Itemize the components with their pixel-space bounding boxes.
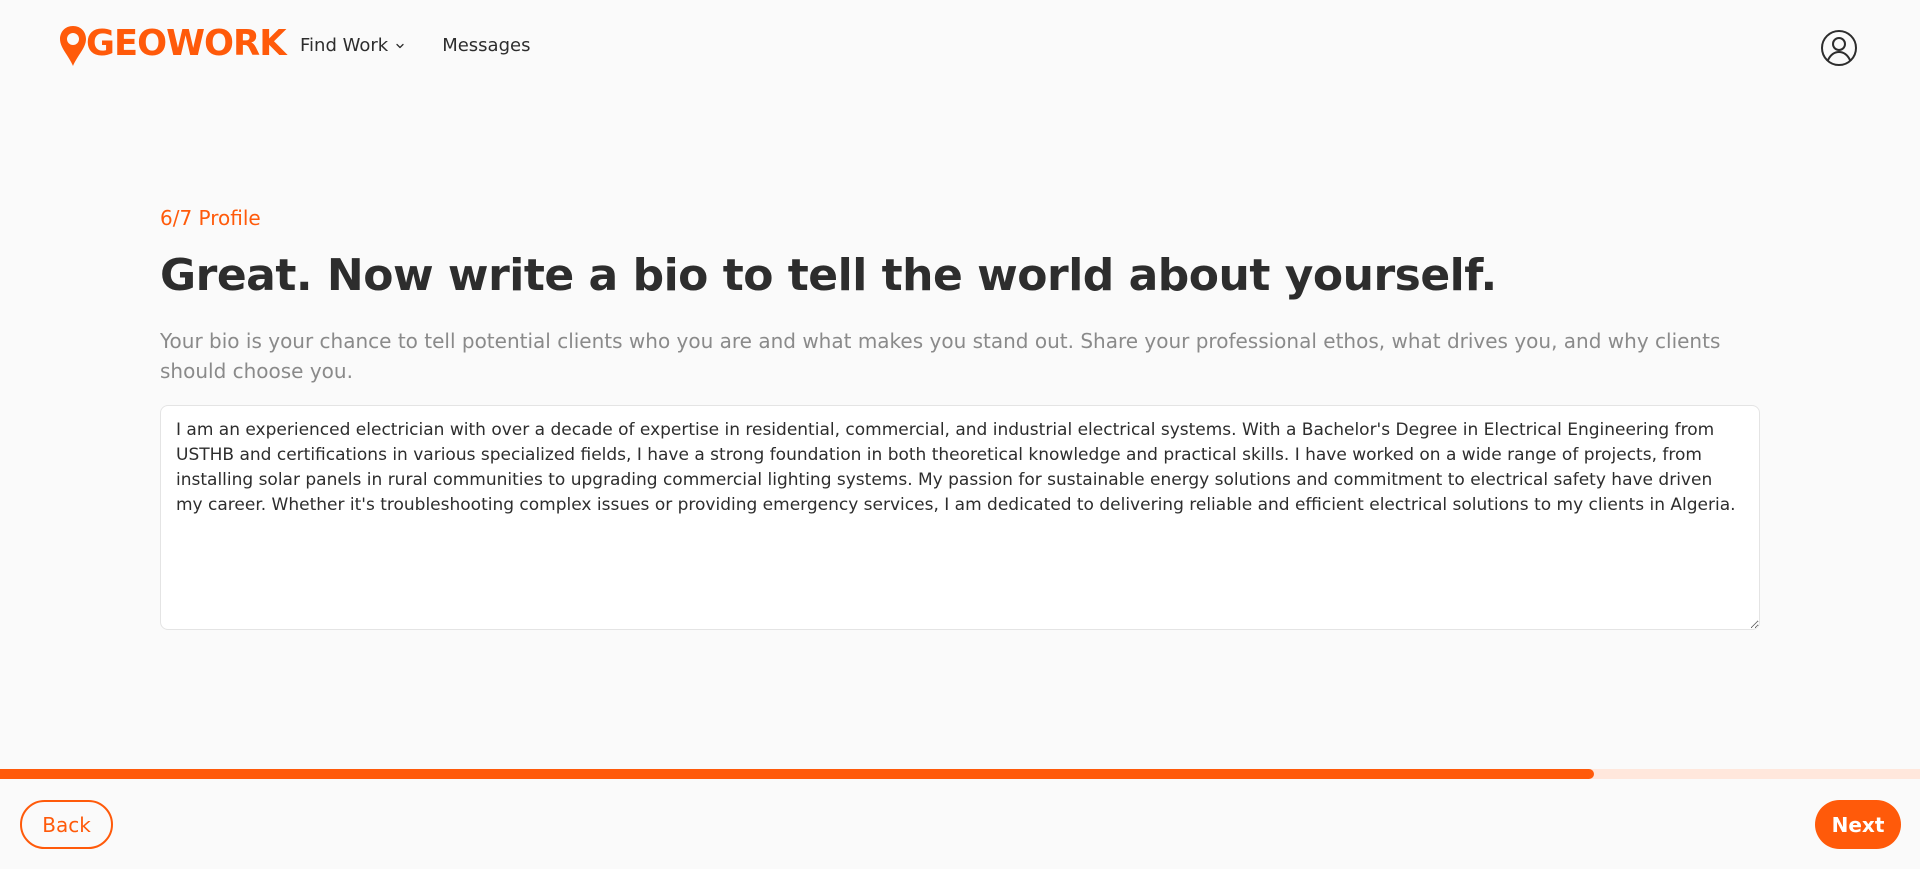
geowork-logo[interactable]: GEOWORK (58, 24, 290, 68)
logo-wordmark: GEOWORK (86, 23, 287, 64)
page-subtitle: Your bio is your chance to tell potentia… (160, 329, 1721, 383)
nav-messages[interactable]: Messages (442, 35, 530, 56)
back-button[interactable]: Back (20, 800, 113, 849)
bio-textarea[interactable]: I am an experienced electrician with ove… (160, 405, 1760, 630)
nav-messages-label: Messages (442, 35, 531, 56)
progress-bar (0, 769, 1920, 779)
page-title: Great. Now write a bio to tell the world… (160, 250, 1497, 301)
nav-find-work[interactable]: Find Work (300, 35, 406, 56)
step-indicator: 6/7 Profile (160, 206, 261, 230)
main-nav: Find Work Messages (300, 35, 530, 56)
nav-find-work-label: Find Work (300, 35, 389, 56)
location-pin-icon (60, 26, 86, 66)
next-button[interactable]: Next (1815, 800, 1901, 849)
chevron-down-icon (396, 43, 404, 48)
progress-bar-fill (0, 769, 1594, 779)
top-header: GEOWORK Find Work Messages (0, 0, 1920, 96)
bio-field-wrapper: I am an experienced electrician with ove… (160, 405, 1760, 630)
user-circle-icon[interactable] (1820, 29, 1858, 67)
